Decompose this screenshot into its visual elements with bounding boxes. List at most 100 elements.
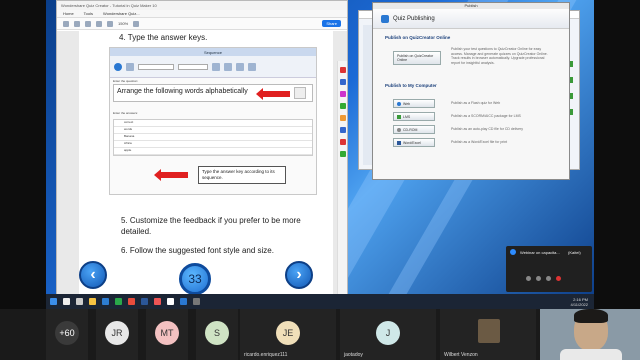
mic-icon[interactable] — [526, 276, 531, 281]
embedded-screenshot: Sequence Enter the question: Arrange the… — [109, 47, 317, 195]
tools-sidebar — [337, 61, 347, 325]
participant-tile[interactable]: +60 — [46, 309, 88, 360]
callout-box: Type the answer key according to its seq… — [198, 166, 286, 184]
webinar-notification[interactable]: Webinar on capacita... (Kaitel) — [506, 246, 592, 292]
avatar: JE — [276, 321, 300, 345]
webinar-icon — [510, 249, 516, 255]
clock-time: 2:16 PM — [573, 296, 588, 302]
word-icon[interactable] — [141, 298, 148, 305]
pdf-tool-icon[interactable] — [339, 103, 346, 109]
next-page-icon[interactable] — [107, 20, 113, 27]
zoom-level[interactable]: 150% — [118, 21, 128, 26]
word-excel-label: Word/Excel — [403, 140, 421, 145]
document-page: 4. Type the answer keys. Sequence Enter … — [79, 31, 333, 295]
leave-icon[interactable] — [556, 276, 561, 281]
app-icon[interactable] — [193, 298, 200, 305]
avatar: J — [376, 321, 400, 345]
participant-name: jaotadoy — [344, 352, 363, 358]
pdf-tool-icon[interactable] — [339, 127, 346, 133]
more-participants-badge: +60 — [55, 321, 79, 345]
online-description: Publish your test questions to QuizCreat… — [451, 47, 548, 65]
pdf-tool-icon[interactable] — [339, 115, 346, 121]
taskbar: 2:16 PM 4/11/2022 — [46, 294, 594, 309]
quiz-logo-icon — [114, 62, 122, 71]
participants-strip: +60 JR MT S JE ricardo.enriquez111 J jao… — [0, 309, 640, 360]
webinar-title: Webinar on capacita... — [520, 250, 560, 255]
page-number: 33 — [179, 263, 211, 295]
question-text: Arrange the following words alphabetical… — [117, 88, 248, 95]
file-explorer-icon[interactable] — [89, 298, 96, 305]
lms-button[interactable]: LMS — [393, 112, 435, 121]
share-button[interactable]: Share — [322, 20, 341, 27]
pdf-viewer-window: Wondershare Quiz Creator - Tutorial in Q… — [56, 0, 348, 325]
dialog-header: Quiz Publishing — [373, 9, 569, 29]
word-icon — [397, 140, 401, 145]
task-view-icon[interactable] — [76, 298, 83, 305]
avatar: MT — [155, 321, 179, 345]
step5-text: 5. Customize the feedback if you prefer … — [121, 216, 301, 236]
inner-ribbon — [110, 56, 316, 78]
ribbon-icon — [224, 62, 232, 71]
next-button[interactable]: › — [285, 261, 313, 289]
avatar: JR — [105, 321, 129, 345]
participant-tile[interactable]: J jaotadoy — [340, 309, 436, 360]
participant-tile[interactable]: S — [196, 309, 238, 360]
spotify-icon[interactable] — [115, 298, 122, 305]
participant-shirt — [560, 349, 622, 360]
save-icon[interactable] — [63, 20, 69, 27]
lms-label: LMS — [403, 114, 411, 119]
answer-row: Africa — [114, 141, 312, 148]
menu-tools[interactable]: Tools — [84, 11, 93, 16]
pdf-tool-icon[interactable] — [339, 67, 346, 73]
cdrom-label: CD-ROM — [403, 127, 418, 132]
camera-icon[interactable] — [536, 276, 541, 281]
zoom-icon[interactable] — [133, 20, 140, 27]
participant-photo — [478, 319, 500, 343]
dialog-header-text: Quiz Publishing — [393, 15, 435, 22]
page-area: 4. Type the answer keys. Sequence Enter … — [57, 31, 347, 325]
answers-label: Enter the answers: — [113, 111, 139, 115]
participant-tile[interactable]: MT — [146, 309, 188, 360]
print-icon[interactable] — [74, 20, 80, 27]
inner-titlebar: Sequence — [110, 48, 316, 56]
chrome-icon[interactable] — [128, 298, 135, 305]
quiz-creator-icon[interactable] — [180, 298, 187, 305]
toolbar: 150% Share — [57, 18, 347, 30]
participant-name: ricardo.enriquez111 — [244, 352, 288, 358]
pdf-tool-icon[interactable] — [339, 91, 346, 97]
pdf-app-icon[interactable] — [154, 298, 161, 305]
participant-tile[interactable]: JR — [96, 309, 138, 360]
font-select — [138, 63, 174, 70]
ribbon-icon — [212, 62, 220, 71]
participant-name: Wilbert Venzon — [444, 352, 478, 358]
participant-tile[interactable]: Wilbert Venzon — [440, 309, 536, 360]
web-button[interactable]: Web — [393, 99, 435, 108]
publish-icon — [381, 14, 389, 23]
answer-row: correct — [114, 120, 312, 127]
answer-table: correct words Banana Africa apple — [113, 119, 313, 156]
edge-icon[interactable] — [102, 298, 109, 305]
red-arrow-icon — [256, 88, 290, 100]
web-icon — [397, 101, 401, 106]
participant-tile[interactable]: JE ricardo.enriquez111 — [240, 309, 336, 360]
participant-video-tile[interactable] — [540, 309, 640, 360]
word-excel-button[interactable]: Word/Excel — [393, 138, 435, 147]
web-label: Web — [403, 101, 411, 106]
pdf-tool-icon[interactable] — [339, 151, 346, 157]
notepad-icon[interactable] — [167, 298, 174, 305]
cdrom-button[interactable]: CD-ROM — [393, 125, 435, 134]
start-icon[interactable] — [50, 298, 57, 305]
previous-page-icon[interactable] — [96, 20, 102, 27]
pdf-tool-icon[interactable] — [339, 79, 346, 85]
pdf-tool-icon[interactable] — [339, 139, 346, 145]
system-clock[interactable]: 2:16 PM 4/11/2022 — [571, 297, 595, 307]
menu-bar: Home Tools Wondershare Quiz... — [57, 10, 347, 18]
image-placeholder-icon — [294, 87, 306, 99]
previous-button[interactable]: ‹ — [79, 261, 107, 289]
menu-home[interactable]: Home — [63, 11, 74, 16]
publish-online-button[interactable]: Publish on QuizCreator Online — [393, 51, 441, 65]
menu-tab-document[interactable]: Wondershare Quiz... — [103, 11, 140, 16]
search-icon[interactable] — [85, 20, 91, 27]
search-icon[interactable] — [63, 298, 70, 305]
share-icon[interactable] — [546, 276, 551, 281]
